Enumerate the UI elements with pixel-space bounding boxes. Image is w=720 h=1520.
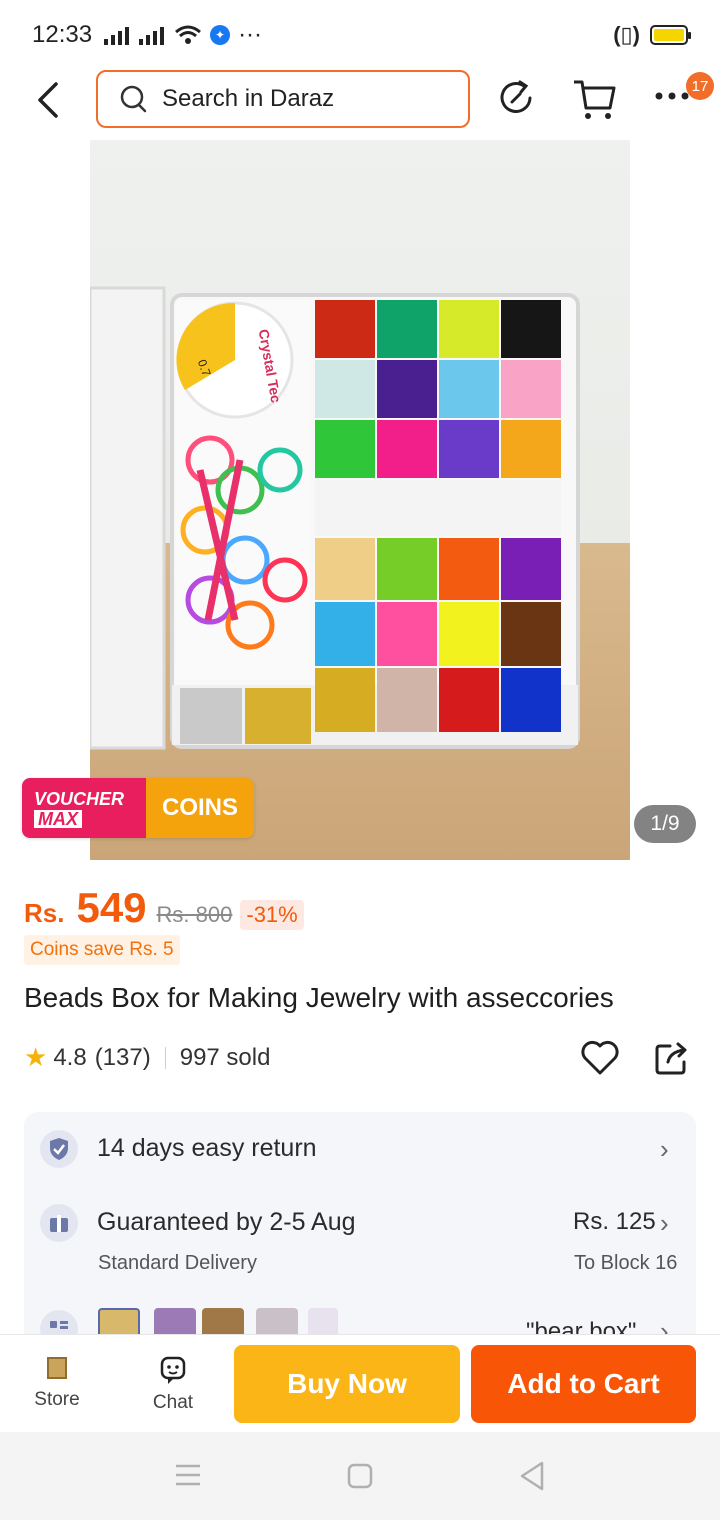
chevron-right-icon[interactable]: › — [660, 1134, 669, 1165]
status-time: 12:33 — [32, 21, 93, 48]
discount-badge: -31% — [240, 900, 304, 930]
back-icon[interactable] — [34, 80, 64, 120]
delivery-box-icon — [40, 1204, 78, 1242]
notification-badge: 17 — [686, 72, 714, 100]
system-navigation-bar — [0, 1432, 720, 1520]
shield-check-icon — [40, 1130, 78, 1168]
wishlist-heart-icon[interactable] — [580, 1038, 620, 1076]
product-title: Beads Box for Making Jewelry with assecc… — [24, 982, 614, 1013]
bottom-action-bar: Store Chat Buy Now Add to Cart — [0, 1334, 720, 1432]
delivery-location: To Block 16 — [574, 1252, 678, 1274]
battery-icon — [650, 25, 691, 45]
chat-label: Chat — [152, 1392, 194, 1413]
chevron-right-icon[interactable]: › — [660, 1208, 669, 1239]
product-image[interactable]: 0.7 Crystal Tec — [90, 140, 630, 860]
sold-count: 997 sold — [179, 1043, 271, 1071]
store-button[interactable]: Store — [12, 1335, 102, 1433]
rating-row[interactable]: ★ 4.8 (137) 997 sold — [24, 1042, 270, 1073]
delivery-price[interactable]: Rs. 125 — [573, 1208, 656, 1236]
price-row: Rs. 549 Rs. 800 -31% — [24, 884, 304, 932]
messenger-icon: ✦ — [210, 25, 231, 45]
voucher-max-label: VOUCHER MAX — [22, 778, 146, 838]
original-price: Rs. 800 — [156, 902, 233, 927]
signal-icon — [104, 25, 130, 45]
refresh-icon[interactable] — [498, 76, 538, 120]
vibrate-icon: (▯) — [613, 22, 640, 47]
voucher-label: VOUCHER — [34, 789, 125, 809]
return-policy-label[interactable]: 14 days easy return — [97, 1134, 317, 1163]
review-count: (137) — [94, 1043, 151, 1071]
chat-button[interactable]: Chat — [128, 1335, 218, 1433]
recent-apps-icon[interactable] — [174, 1462, 202, 1488]
share-icon[interactable] — [654, 1040, 690, 1076]
rating-value: 4.8 — [53, 1043, 87, 1071]
add-to-cart-button[interactable]: Add to Cart — [471, 1345, 696, 1423]
search-icon — [120, 85, 147, 113]
home-icon[interactable] — [346, 1462, 374, 1490]
back-nav-icon[interactable] — [518, 1460, 546, 1492]
more-icon[interactable] — [654, 90, 690, 102]
cart-icon[interactable] — [572, 76, 618, 122]
star-icon: ★ — [24, 1042, 48, 1072]
store-icon — [47, 1357, 67, 1379]
search-input[interactable]: Search in Daraz — [96, 70, 470, 128]
chat-icon — [160, 1356, 186, 1384]
search-placeholder: Search in Daraz — [162, 85, 335, 112]
top-nav: Search in Daraz 17 — [0, 70, 720, 130]
services-card: 14 days easy return › Guaranteed by 2-5 … — [24, 1112, 696, 1352]
delivery-guarantee-label[interactable]: Guaranteed by 2-5 Aug — [97, 1208, 356, 1237]
coins-save-label: Coins save Rs. 5 — [24, 935, 180, 965]
divider — [164, 1046, 166, 1069]
beads-box-illustration: 0.7 Crystal Tec — [90, 286, 580, 750]
more-notifications-icon: ··· — [238, 21, 263, 48]
image-pager: 1/9 — [634, 805, 696, 843]
current-price: 549 — [76, 884, 147, 931]
coins-label: COINS — [146, 778, 254, 838]
wifi-icon — [175, 25, 202, 44]
signal-icon-2 — [139, 25, 165, 45]
max-label: MAX — [34, 810, 82, 828]
voucher-max-badge[interactable]: VOUCHER MAX COINS — [22, 778, 254, 838]
delivery-type-label: Standard Delivery — [98, 1252, 257, 1274]
status-bar: 12:33 ✦ ··· (▯) — [0, 0, 720, 70]
store-label: Store — [34, 1389, 80, 1410]
price-currency: Rs. — [24, 898, 65, 928]
buy-now-button[interactable]: Buy Now — [234, 1345, 460, 1423]
